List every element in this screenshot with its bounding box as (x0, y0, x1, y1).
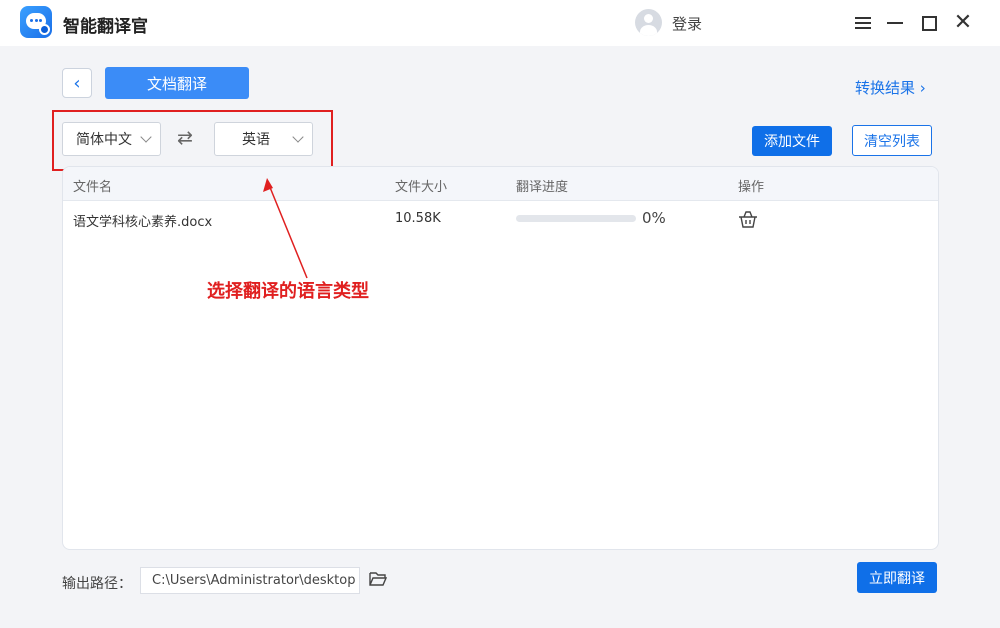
maximize-icon[interactable] (916, 10, 942, 36)
title-bar: 智能翻译官 登录 ✕ (0, 0, 1000, 46)
annotation-text: 选择翻译的语言类型 (207, 281, 369, 302)
column-header-size: 文件大小 (395, 180, 448, 195)
annotation-highlight-box (52, 110, 333, 171)
chevron-left-icon: ‹ (73, 72, 81, 94)
output-path-field[interactable]: C:\Users\Administrator\desktop (140, 567, 360, 594)
table-header: 文件名 文件大小 翻译进度 操作 (63, 167, 938, 201)
file-table: 文件名 文件大小 翻译进度 操作 语文学科核心素养.docx 10.58K 0% (62, 166, 939, 550)
login-link[interactable]: 登录 (672, 13, 702, 34)
conversion-result-link[interactable]: 转换结果 › (855, 77, 926, 98)
table-row[interactable]: 语文学科核心素养.docx 10.58K 0% (63, 201, 938, 237)
trash-basket-icon[interactable] (738, 210, 758, 228)
progress-percent: 0% (642, 209, 666, 227)
column-header-action: 操作 (738, 180, 765, 195)
column-header-name: 文件名 (73, 180, 113, 195)
file-size: 10.58K (395, 211, 441, 226)
add-files-button[interactable]: 添加文件 (752, 126, 832, 156)
file-name: 语文学科核心素养.docx (73, 215, 213, 230)
folder-open-icon[interactable] (369, 571, 387, 587)
column-header-progress: 翻译进度 (516, 180, 569, 195)
output-path-label: 输出路径： (62, 576, 132, 592)
close-icon[interactable]: ✕ (950, 10, 976, 36)
annotation-arrow (263, 178, 308, 279)
progress-bar (516, 215, 636, 222)
menu-icon[interactable] (850, 10, 876, 36)
app-title: 智能翻译官 (63, 17, 148, 37)
clear-list-button[interactable]: 清空列表 (852, 125, 932, 156)
document-translate-tab[interactable]: 文档翻译 (105, 67, 249, 99)
avatar-icon[interactable] (635, 9, 662, 36)
back-button[interactable]: ‹ (62, 68, 92, 98)
minimize-icon[interactable] (882, 10, 908, 36)
app-logo-icon (20, 6, 52, 38)
start-translate-button[interactable]: 立即翻译 (857, 562, 937, 593)
